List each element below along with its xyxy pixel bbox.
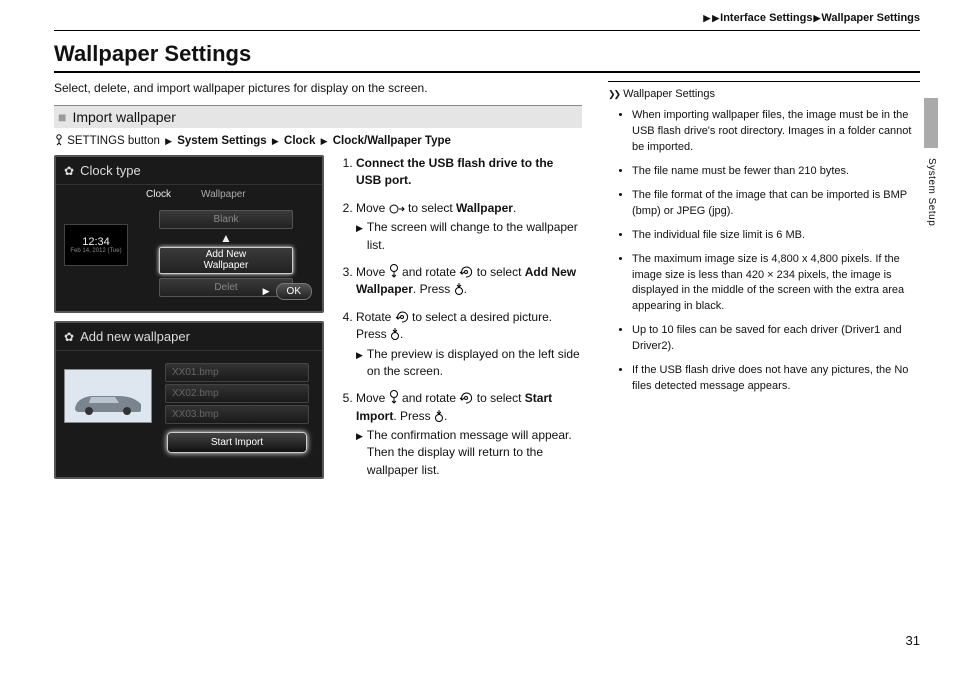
car-icon xyxy=(71,386,145,416)
note-item: The file format of the image that can be… xyxy=(632,188,920,220)
note-item: If the USB flash drive does not have any… xyxy=(632,363,920,395)
press-icon xyxy=(434,410,444,422)
note-item: Up to 10 files can be saved for each dri… xyxy=(632,323,920,355)
step-4: Rotate to select a desired picture. Pres… xyxy=(356,309,582,381)
note-item: When importing wallpaper files, the imag… xyxy=(632,108,920,156)
clock-date: Feb 14, 2012 (Tue) xyxy=(70,248,121,254)
chevron-icon: ❯❯ xyxy=(608,89,619,100)
step-3: Move and rotate to select Add New Wallpa… xyxy=(356,264,582,299)
step-2-d: . xyxy=(513,201,516,215)
step-4-a: Rotate xyxy=(356,310,395,324)
square-icon: ■ xyxy=(58,109,66,125)
step-2-a: Move xyxy=(356,201,389,215)
path-p2: Clock xyxy=(284,135,315,147)
breadcrumb: ▶▶Interface Settings▶Wallpaper Settings xyxy=(54,12,920,30)
step-4-result: The preview is displayed on the left sid… xyxy=(367,346,582,381)
note-item: The file name must be fewer than 210 byt… xyxy=(632,164,920,180)
path-p3: Clock/Wallpaper Type xyxy=(333,135,451,147)
page-number: 31 xyxy=(906,633,920,648)
tab-clock: Clock xyxy=(146,189,171,200)
step-5-a: Move xyxy=(356,391,389,405)
shot2-title: Add new wallpaper xyxy=(80,329,190,344)
screenshot-clock-type: ✿ Clock type Clock Wallpaper 12:34 Feb 1… xyxy=(54,155,324,313)
triangle-icon: ▶ xyxy=(813,13,820,23)
step-3-b: and rotate xyxy=(399,265,460,279)
section-tab xyxy=(924,98,938,148)
option-blank: Blank xyxy=(159,210,293,229)
clock-time: 12:34 xyxy=(82,236,110,248)
section-label: System Setup xyxy=(926,158,937,226)
rotate-icon xyxy=(459,266,473,278)
triangle-icon: ▶ xyxy=(321,136,328,146)
step-5-f: . xyxy=(444,409,447,423)
press-icon xyxy=(390,328,400,340)
clock-preview: 12:34 Feb 14, 2012 (Tue) xyxy=(64,224,128,266)
step-2-result: The screen will change to the wallpaper … xyxy=(367,219,582,254)
option-add-new-wallpaper: Add New Wallpaper xyxy=(159,247,293,274)
note-item: The maximum image size is 4,800 x 4,800 … xyxy=(632,252,920,316)
triangle-icon: ▶ xyxy=(703,13,710,23)
gear-icon: ✿ xyxy=(64,164,74,178)
intro-text: Select, delete, and import wallpaper pic… xyxy=(54,81,582,95)
screenshot-add-new-wallpaper: ✿ Add new wallpaper xyxy=(54,321,324,479)
breadcrumb-a: Interface Settings xyxy=(720,12,812,24)
triangle-icon: ▶ xyxy=(272,136,279,146)
step-5-e: . Press xyxy=(393,409,434,423)
gear-icon: ✿ xyxy=(64,330,74,344)
step-5-result: The confirmation message will appear. Th… xyxy=(367,427,582,479)
move-down-icon xyxy=(389,264,399,278)
step-4-c: . xyxy=(400,327,403,341)
triangle-icon: ▶ xyxy=(165,136,172,146)
divider xyxy=(54,71,920,73)
file-item: XX02.bmp xyxy=(165,384,309,403)
step-3-e: . Press xyxy=(413,282,454,296)
step-1-text: Connect the USB flash drive to the USB p… xyxy=(356,156,553,187)
step-1: Connect the USB flash drive to the USB p… xyxy=(356,155,582,190)
tab-wallpaper: Wallpaper xyxy=(201,189,246,200)
move-right-icon xyxy=(389,204,405,214)
file-item: XX01.bmp xyxy=(165,363,309,382)
triangle-icon: ▶ xyxy=(712,13,719,23)
page-title: Wallpaper Settings xyxy=(54,41,920,67)
step-5-c: to select xyxy=(473,391,524,405)
step-2: Move to select Wallpaper. ▶The screen wi… xyxy=(356,200,582,254)
section-heading-text: Import wallpaper xyxy=(72,109,176,125)
wallpaper-thumbnail xyxy=(64,369,152,423)
triangle-icon: ▶ xyxy=(356,430,363,479)
instruction-steps: Connect the USB flash drive to the USB p… xyxy=(338,155,582,489)
start-import-button: Start Import xyxy=(167,432,307,453)
step-3-a: Move xyxy=(356,265,389,279)
divider xyxy=(54,30,920,31)
step-3-c: to select xyxy=(473,265,524,279)
option-sel-line1: Add New xyxy=(206,249,247,260)
section-heading: ■ Import wallpaper xyxy=(54,105,582,128)
settings-button-icon xyxy=(54,134,64,146)
triangle-right-icon: ▶ xyxy=(263,286,270,297)
step-2-c: Wallpaper xyxy=(456,201,513,215)
shot1-title: Clock type xyxy=(80,163,141,178)
sidebar-notes: ❯❯ Wallpaper Settings When importing wal… xyxy=(608,81,920,395)
arrow-up-icon: ▲ xyxy=(220,231,232,245)
breadcrumb-b: Wallpaper Settings xyxy=(821,12,920,24)
triangle-icon: ▶ xyxy=(356,222,363,254)
ok-button: OK xyxy=(276,283,312,300)
move-down-icon xyxy=(389,390,399,404)
rotate-icon xyxy=(459,392,473,404)
sidebar-title: Wallpaper Settings xyxy=(623,88,715,100)
rotate-icon xyxy=(395,311,409,323)
file-item: XX03.bmp xyxy=(165,405,309,424)
press-icon xyxy=(454,283,464,295)
step-3-f: . xyxy=(464,282,467,296)
nav-path: SETTINGS button ▶ System Settings ▶ Cloc… xyxy=(54,134,582,147)
option-sel-line2: Wallpaper xyxy=(204,260,249,271)
step-5: Move and rotate to select Start Import. … xyxy=(356,390,582,479)
step-2-b: to select xyxy=(405,201,456,215)
path-p1: System Settings xyxy=(177,135,266,147)
path-prefix: SETTINGS button xyxy=(67,135,160,147)
step-5-b: and rotate xyxy=(399,391,460,405)
note-item: The individual file size limit is 6 MB. xyxy=(632,228,920,244)
triangle-icon: ▶ xyxy=(356,349,363,381)
